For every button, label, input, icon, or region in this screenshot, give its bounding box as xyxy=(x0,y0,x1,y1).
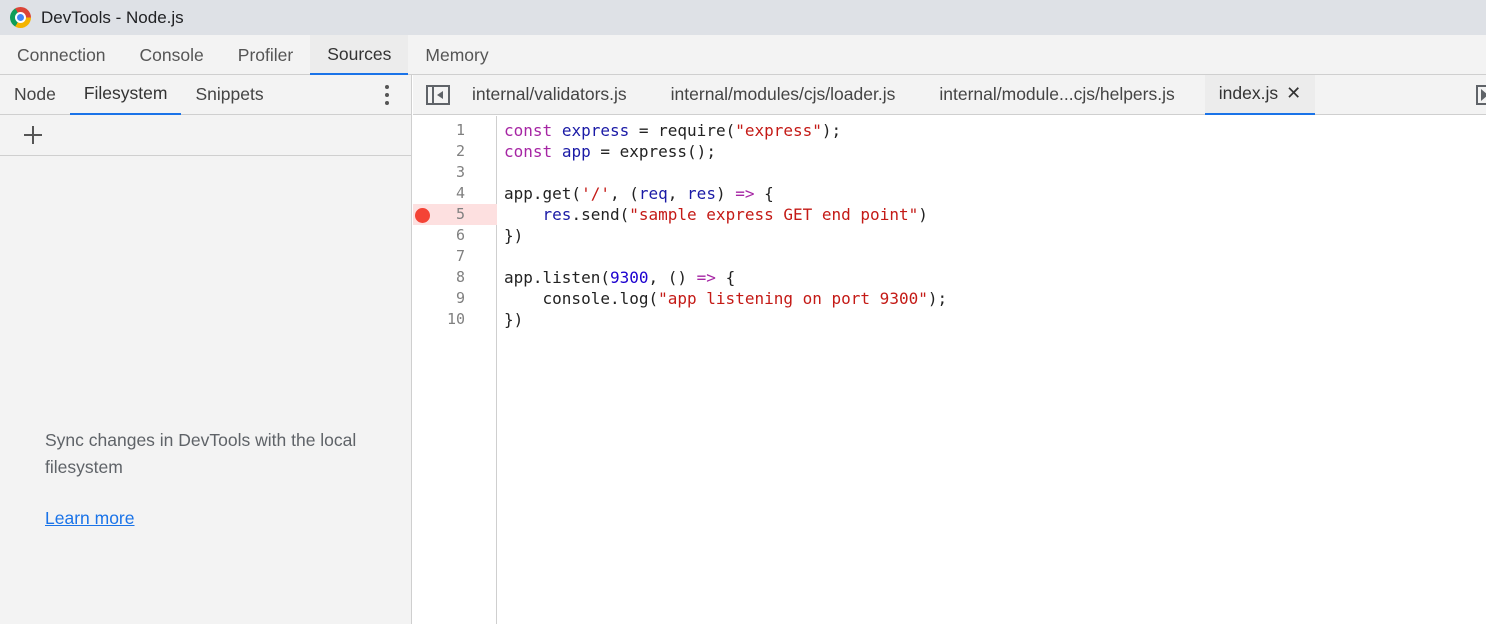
line-number: 4 xyxy=(455,184,465,202)
tab-connection[interactable]: Connection xyxy=(0,35,123,75)
navigator-panel: Node Filesystem Snippets Sync changes in… xyxy=(0,75,412,624)
code-line: 9 console.log("app listening on port 930… xyxy=(413,288,1486,309)
code-line: 2 const app = express(); xyxy=(413,141,1486,162)
line-number: 7 xyxy=(455,247,465,265)
file-tab-loader[interactable]: internal/modules/cjs/loader.js xyxy=(657,75,910,115)
line-number: 2 xyxy=(455,142,465,160)
line-number: 5 xyxy=(455,205,465,223)
chrome-logo-icon xyxy=(10,7,31,28)
code-line: 1 const express = require("express"); xyxy=(413,120,1486,141)
navigator-toolbar xyxy=(0,115,411,156)
tab-profiler[interactable]: Profiler xyxy=(221,35,310,75)
file-tab-validators[interactable]: internal/validators.js xyxy=(458,75,641,115)
tab-node[interactable]: Node xyxy=(0,75,70,115)
file-tab-helpers[interactable]: internal/module...cjs/helpers.js xyxy=(925,75,1188,115)
add-folder-icon[interactable] xyxy=(22,124,44,146)
main-panel-tabs: Connection Console Profiler Sources Memo… xyxy=(0,35,1486,75)
more-options-icon[interactable] xyxy=(377,84,397,106)
line-number: 10 xyxy=(446,310,465,328)
toggle-navigator-icon[interactable] xyxy=(426,84,450,105)
tab-snippets[interactable]: Snippets xyxy=(181,75,277,115)
tab-filesystem[interactable]: Filesystem xyxy=(69,75,182,115)
learn-more-link[interactable]: Learn more xyxy=(45,508,135,529)
tab-sources[interactable]: Sources xyxy=(310,35,409,75)
code-editor[interactable]: 1 const express = require("express"); 2 … xyxy=(413,116,1486,624)
code-line: 3 xyxy=(413,162,1486,183)
file-tab-index-label: index.js xyxy=(1218,83,1279,103)
line-number: 3 xyxy=(455,163,465,181)
line-number: 8 xyxy=(455,268,465,286)
code-line: 8 app.listen(9300, () => { xyxy=(413,267,1486,288)
sync-message: Sync changes in DevTools with the local … xyxy=(45,430,357,477)
file-tab-index[interactable]: index.js ✕ xyxy=(1204,74,1316,115)
window-title: DevTools - Node.js xyxy=(41,7,184,27)
code-line: 4 app.get('/', (req, res) => { xyxy=(413,183,1486,204)
navigator-tabs: Node Filesystem Snippets xyxy=(0,75,411,115)
editor-tabs: internal/validators.js internal/modules/… xyxy=(413,74,1486,115)
line-number: 1 xyxy=(455,121,465,139)
code-line: 6 }) xyxy=(413,225,1486,246)
code-line: 10 }) xyxy=(413,309,1486,330)
title-bar: DevTools - Node.js xyxy=(0,0,1486,35)
tab-console[interactable]: Console xyxy=(123,35,221,75)
tab-memory[interactable]: Memory xyxy=(408,35,505,75)
code-line: 5 res.send("sample express GET end point… xyxy=(413,204,1486,225)
line-number: 9 xyxy=(455,289,465,307)
code-line: 7 xyxy=(413,246,1486,267)
line-number: 6 xyxy=(455,226,465,244)
close-icon[interactable]: ✕ xyxy=(1286,83,1301,104)
toggle-debugger-icon[interactable] xyxy=(1476,85,1486,105)
